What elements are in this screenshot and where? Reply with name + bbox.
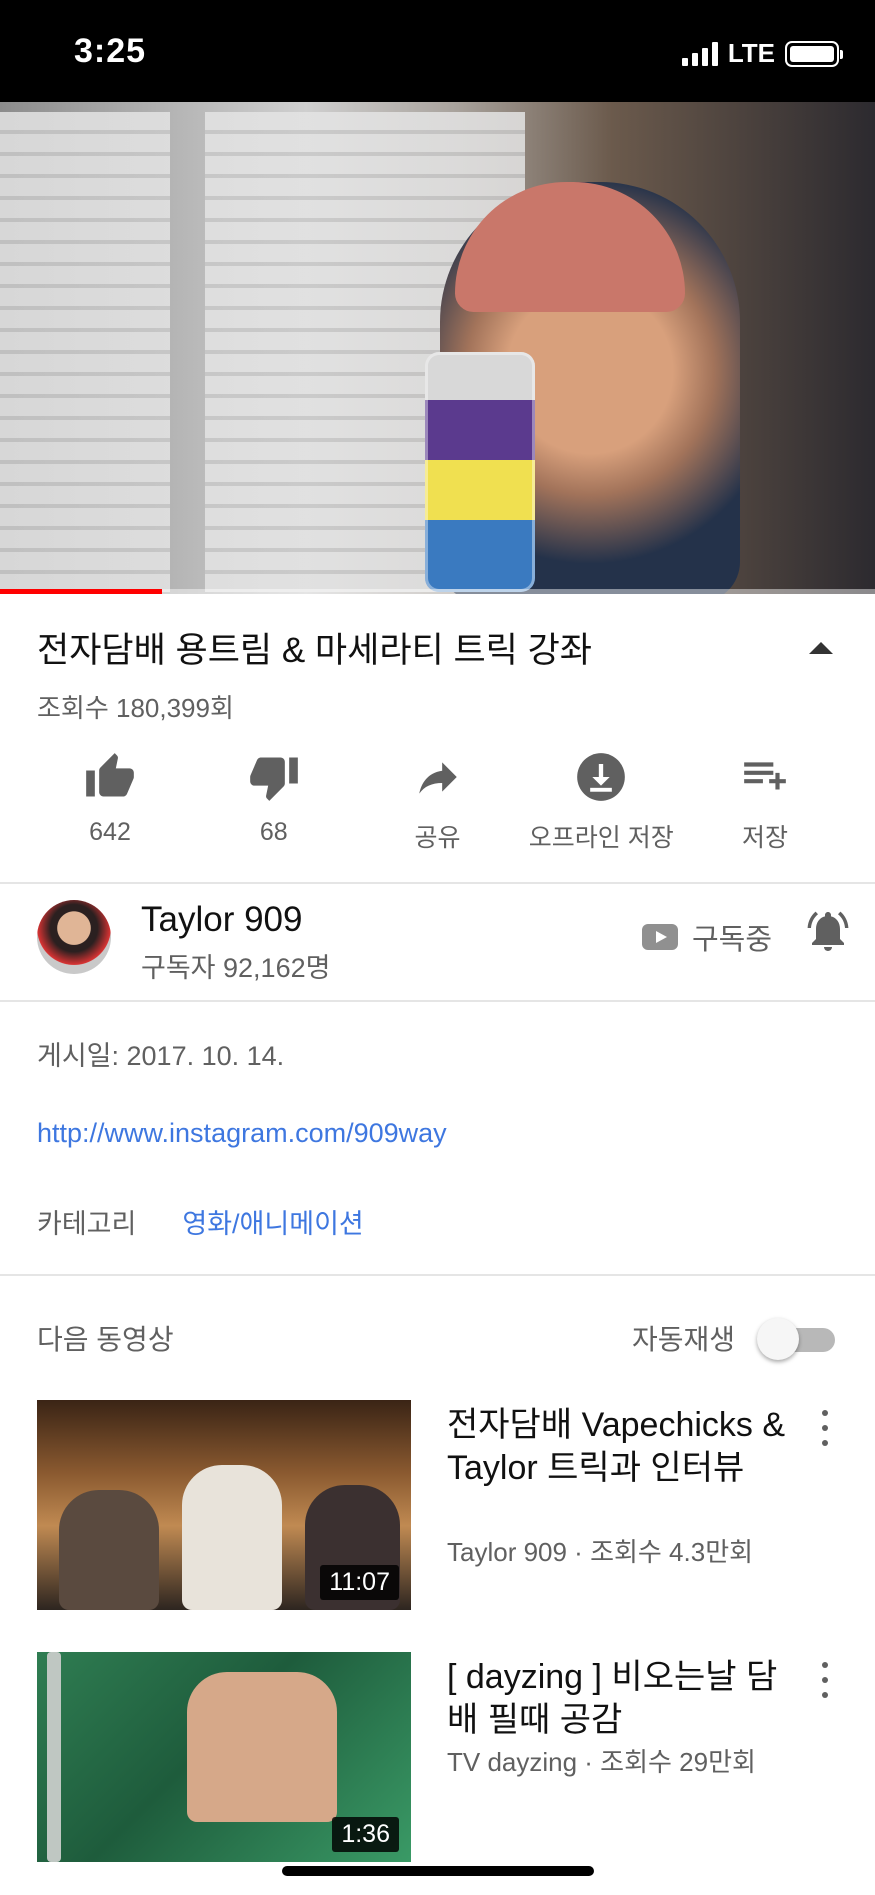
window-blind	[0, 112, 170, 592]
progress-bar[interactable]	[0, 589, 875, 594]
progress-fill	[0, 589, 162, 594]
up-next-header: 다음 동영상 자동재생	[37, 1318, 837, 1360]
channel-row[interactable]: Taylor 909 구독자 92,162명 구독중	[37, 900, 852, 983]
share-icon	[410, 750, 466, 804]
thumbs-up-icon	[82, 750, 138, 804]
save-label: 저장	[741, 824, 788, 852]
thumbnail-figure	[187, 1672, 337, 1822]
notification-bell-icon[interactable]	[804, 906, 852, 956]
status-indicators: LTE	[681, 38, 843, 69]
divider	[0, 1000, 875, 1002]
up-next-title: 다음 동영상	[37, 1324, 174, 1355]
more-options-icon[interactable]	[813, 1662, 837, 1698]
collapse-icon[interactable]	[809, 641, 833, 654]
playlist-add-icon	[737, 750, 793, 804]
subscriber-count: 구독자 92,162명	[141, 953, 331, 983]
autoplay-toggle[interactable]	[757, 1318, 837, 1360]
like-count: 642	[89, 818, 131, 846]
category-link[interactable]: 영화/애니메이션	[182, 1202, 363, 1241]
status-bar: 3:25 LTE	[0, 0, 875, 102]
more-options-icon[interactable]	[813, 1410, 837, 1446]
video-duration: 11:07	[320, 1565, 399, 1600]
channel-name[interactable]: Taylor 909	[141, 900, 302, 940]
thumbnail-pipe	[47, 1652, 61, 1862]
toggle-knob	[757, 1318, 799, 1360]
video-title[interactable]: [ dayzing ] 비오는날 담배 필때 공감	[447, 1656, 787, 1742]
offline-save-label: 오프라인 저장	[528, 824, 674, 852]
category-label: 카테고리	[37, 1209, 137, 1239]
save-button[interactable]: 저장	[685, 750, 845, 854]
action-bar: 642 68 공유 오프라인 저장 저장	[30, 750, 845, 854]
network-type: LTE	[727, 38, 775, 68]
video-title: 전자담배 용트림 & 마세라티 트릭 강좌	[37, 631, 592, 670]
thumbnail-figure	[59, 1490, 159, 1610]
published-date: 게시일: 2017. 10. 14.	[37, 1041, 285, 1071]
home-indicator[interactable]	[282, 1866, 594, 1876]
category-row: 카테고리 영화/애니메이션	[37, 1202, 364, 1241]
status-time: 3:25	[74, 32, 147, 70]
video-thumbnail[interactable]: 11:07	[37, 1400, 411, 1610]
dislike-button[interactable]: 68	[194, 750, 354, 854]
youtube-icon	[641, 924, 678, 950]
video-bottle	[425, 352, 535, 592]
subscribe-button[interactable]: 구독중	[641, 916, 772, 958]
autoplay-label: 자동재생	[631, 1324, 735, 1355]
video-thumbnail[interactable]: 1:36	[37, 1652, 411, 1862]
subscribed-label: 구독중	[691, 924, 772, 956]
view-count: 조회수 180,399회	[37, 693, 234, 723]
share-label: 공유	[414, 824, 461, 852]
share-button[interactable]: 공유	[358, 750, 518, 854]
battery-icon	[785, 40, 843, 67]
video-title[interactable]: 전자담배 Vapechicks & Taylor 트릭과 인터뷰	[447, 1404, 787, 1490]
like-button[interactable]: 642	[30, 750, 190, 854]
title-row[interactable]: 전자담배 용트림 & 마세라티 트릭 강좌	[37, 622, 837, 673]
offline-save-button[interactable]: 오프라인 저장	[521, 750, 681, 854]
description-link[interactable]: http://www.instagram.com/909way	[37, 1118, 447, 1149]
autoplay-control[interactable]: 자동재생	[631, 1318, 837, 1360]
divider	[0, 882, 875, 884]
video-meta: Taylor 909 · 조회수 4.3만회	[447, 1537, 754, 1567]
recommended-video[interactable]: 1:36 [ dayzing ] 비오는날 담배 필때 공감 TV dayzin…	[37, 1652, 837, 1862]
download-icon	[573, 750, 629, 804]
video-duration: 1:36	[332, 1817, 399, 1852]
thumbnail-figure	[182, 1465, 282, 1610]
divider	[0, 1274, 875, 1276]
recommended-video[interactable]: 11:07 전자담배 Vapechicks & Taylor 트릭과 인터뷰 T…	[37, 1400, 837, 1610]
video-player[interactable]	[0, 102, 875, 594]
dislike-count: 68	[259, 818, 288, 846]
channel-avatar[interactable]	[37, 900, 111, 974]
thumbs-down-icon	[246, 750, 302, 804]
video-meta: TV dayzing · 조회수 29만회	[447, 1747, 756, 1777]
signal-icon	[681, 41, 718, 66]
